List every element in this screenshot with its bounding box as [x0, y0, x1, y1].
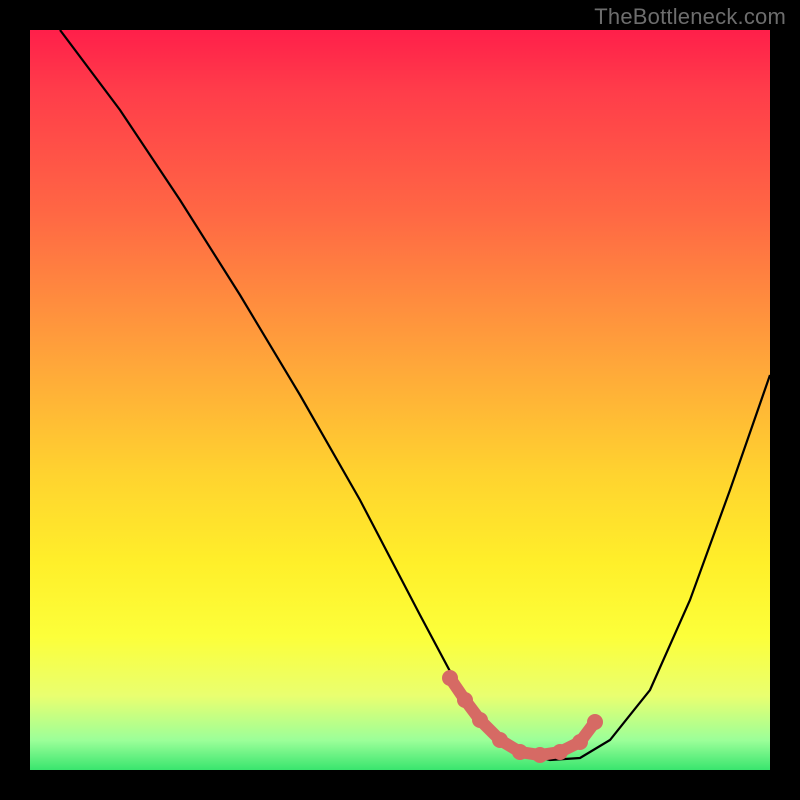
highlight-dot — [457, 692, 473, 708]
highlight-dot — [587, 714, 603, 730]
highlight-dot — [442, 670, 458, 686]
highlight-dot — [492, 732, 508, 748]
chart-frame: TheBottleneck.com — [0, 0, 800, 800]
highlight-dot — [572, 734, 588, 750]
highlight-dot — [532, 747, 548, 763]
chart-svg — [30, 30, 770, 770]
highlight-dot — [512, 744, 528, 760]
curve-line — [60, 30, 770, 760]
highlight-dot — [552, 744, 568, 760]
highlight-dot — [472, 712, 488, 728]
plot-area — [30, 30, 770, 770]
highlight-markers — [442, 670, 603, 763]
watermark-text: TheBottleneck.com — [594, 4, 786, 30]
